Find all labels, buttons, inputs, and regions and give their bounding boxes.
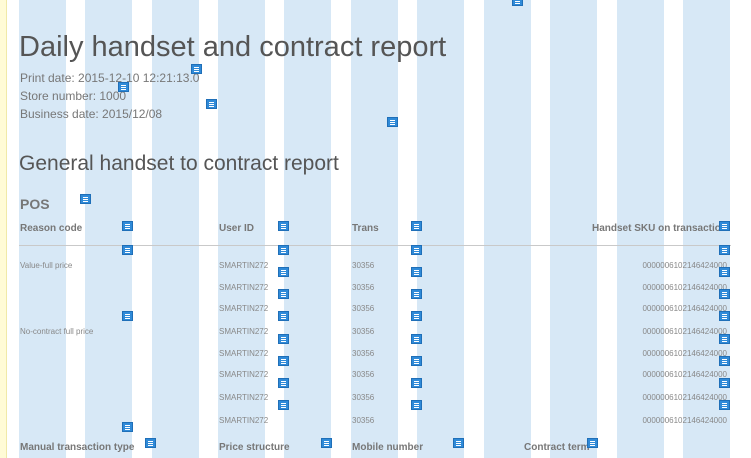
report-element-marker-icon[interactable] xyxy=(411,221,422,231)
report-element-marker-icon[interactable] xyxy=(411,400,422,410)
report-element-marker-icon[interactable] xyxy=(278,267,289,277)
sku-cell: 0000006102146424000 xyxy=(642,283,727,292)
report-element-marker-icon[interactable] xyxy=(719,400,730,410)
user-id-cell: SMARTIN272 xyxy=(219,370,269,379)
report-element-marker-icon[interactable] xyxy=(719,334,730,344)
section-title: General handset to contract report xyxy=(19,152,339,175)
user-id-cell: SMARTIN272 xyxy=(219,349,269,358)
report-element-marker-icon[interactable] xyxy=(719,378,730,388)
report-element-marker-icon[interactable] xyxy=(719,356,730,366)
report-element-marker-icon[interactable] xyxy=(278,311,289,321)
report-element-marker-icon[interactable] xyxy=(122,221,133,231)
user-id-cell: SMARTIN272 xyxy=(219,393,269,402)
user-id-cell: SMARTIN272 xyxy=(219,304,269,313)
report-element-marker-icon[interactable] xyxy=(587,438,598,448)
column-header-manual-transaction-type: Manual transaction type xyxy=(20,442,135,453)
trans-cell: 30356 xyxy=(352,370,375,379)
report-element-marker-icon[interactable] xyxy=(122,245,133,255)
report-title: Daily handset and contract report xyxy=(19,31,447,63)
business-date: Business date: 2015/12/08 xyxy=(20,107,163,121)
report-element-marker-icon[interactable] xyxy=(278,400,289,410)
report-element-marker-icon[interactable] xyxy=(278,289,289,299)
report-page: Daily handset and contract report Print … xyxy=(0,0,751,458)
column-header-user-id: User ID xyxy=(219,223,255,234)
user-id-cell: SMARTIN272 xyxy=(219,283,269,292)
trans-cell: 30356 xyxy=(352,416,375,425)
report-element-marker-icon[interactable] xyxy=(122,311,133,321)
print-date: Print date: 2015-12-10 12:21:13.0 xyxy=(20,71,200,85)
report-element-marker-icon[interactable] xyxy=(719,311,730,321)
column-header-handset-sku: Handset SKU on transaction xyxy=(591,223,727,234)
report-element-marker-icon[interactable] xyxy=(719,267,730,277)
report-element-marker-icon[interactable] xyxy=(719,221,730,231)
report-element-marker-icon[interactable] xyxy=(411,267,422,277)
report-element-marker-icon[interactable] xyxy=(80,194,91,204)
store-number: Store number: 1000 xyxy=(20,89,127,103)
report-element-marker-icon[interactable] xyxy=(719,245,730,255)
report-element-marker-icon[interactable] xyxy=(411,356,422,366)
report-element-marker-icon[interactable] xyxy=(278,245,289,255)
column-header-price-structure: Price structure xyxy=(219,442,290,453)
report-element-marker-icon[interactable] xyxy=(411,334,422,344)
report-element-marker-icon[interactable] xyxy=(411,245,422,255)
report-element-marker-icon[interactable] xyxy=(453,438,464,448)
column-header-trans: Trans xyxy=(352,223,379,234)
sku-cell: 0000006102146424000 xyxy=(642,304,727,313)
report-element-marker-icon[interactable] xyxy=(387,117,398,127)
report-element-marker-icon[interactable] xyxy=(278,334,289,344)
trans-cell: 30356 xyxy=(352,304,375,313)
report-element-marker-icon[interactable] xyxy=(411,289,422,299)
report-element-marker-icon[interactable] xyxy=(145,438,156,448)
report-element-marker-icon[interactable] xyxy=(206,99,217,109)
report-element-marker-icon[interactable] xyxy=(512,0,523,6)
trans-cell: 30356 xyxy=(352,393,375,402)
report-element-marker-icon[interactable] xyxy=(191,64,202,74)
sku-cell: 0000006102146424000 xyxy=(642,393,727,402)
sku-cell: 0000006102146424000 xyxy=(642,261,727,270)
column-header-reason-code: Reason code xyxy=(20,223,83,234)
report-element-marker-icon[interactable] xyxy=(122,422,133,432)
user-id-cell: SMARTIN272 xyxy=(219,416,269,425)
section-subtitle: POS xyxy=(20,196,50,212)
reason-code-cell: No-contract full price xyxy=(20,327,94,336)
report-element-marker-icon[interactable] xyxy=(321,438,332,448)
user-id-cell: SMARTIN272 xyxy=(219,327,269,336)
report-element-marker-icon[interactable] xyxy=(719,289,730,299)
trans-cell: 30356 xyxy=(352,327,375,336)
trans-cell: 30356 xyxy=(352,261,375,270)
report-element-marker-icon[interactable] xyxy=(118,82,129,92)
report-element-marker-icon[interactable] xyxy=(411,378,422,388)
report-element-marker-icon[interactable] xyxy=(411,311,422,321)
sku-cell: 0000006102146424000 xyxy=(642,416,727,425)
sku-cell: 0000006102146424000 xyxy=(642,327,727,336)
column-header-mobile-number: Mobile number xyxy=(352,442,424,453)
reason-code-cell: Value-full price xyxy=(20,261,73,270)
report-element-marker-icon[interactable] xyxy=(278,378,289,388)
trans-cell: 30356 xyxy=(352,283,375,292)
sku-cell: 0000006102146424000 xyxy=(642,370,727,379)
report-element-marker-icon[interactable] xyxy=(278,221,289,231)
report-element-marker-icon[interactable] xyxy=(278,356,289,366)
column-header-contract-term: Contract term xyxy=(524,442,590,453)
user-id-cell: SMARTIN272 xyxy=(219,261,269,270)
sku-cell: 0000006102146424000 xyxy=(642,349,727,358)
trans-cell: 30356 xyxy=(352,349,375,358)
